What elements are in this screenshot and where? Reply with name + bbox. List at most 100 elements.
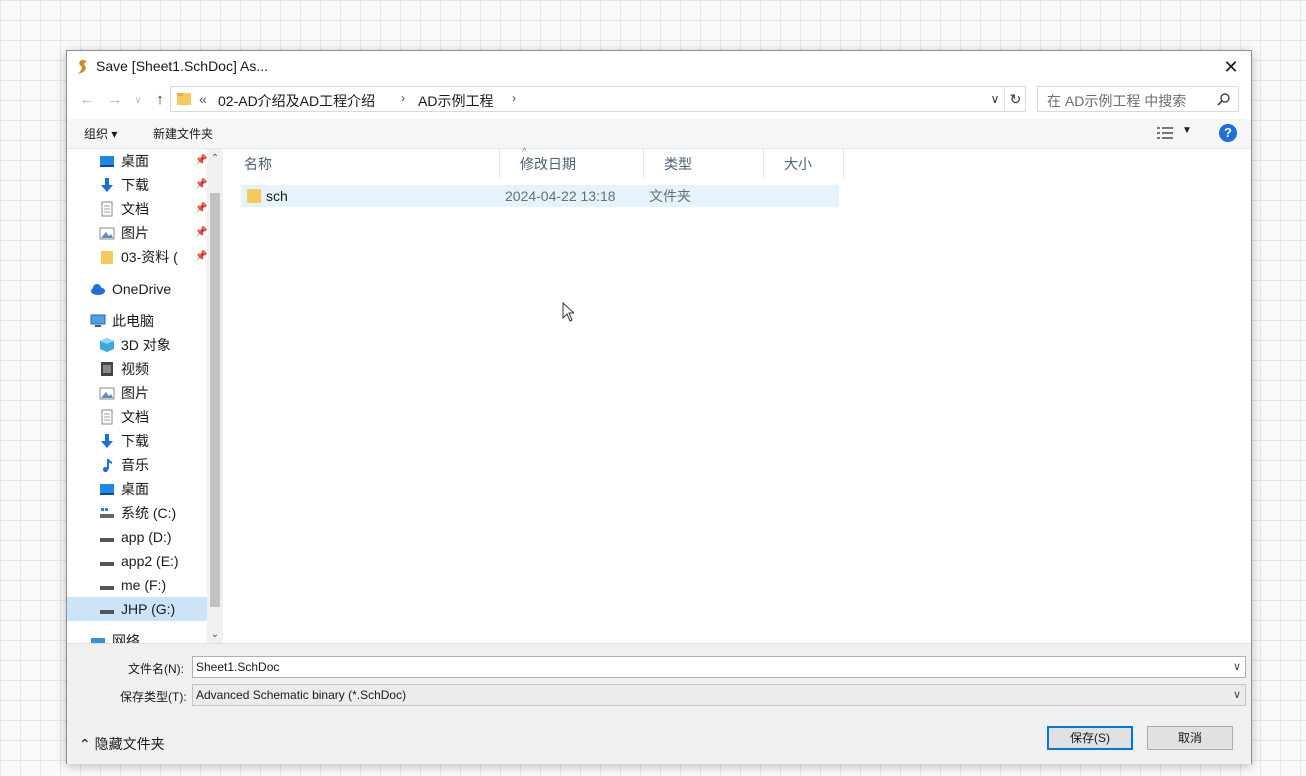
pin-icon: 📌 [195, 155, 208, 166]
video-icon [101, 362, 113, 376]
pin-icon: 📌 [195, 203, 208, 214]
back-button[interactable]: ← [76, 89, 98, 111]
cloud-icon [91, 284, 105, 295]
nav-scrollbar[interactable]: ⌃ ⌄ [207, 149, 223, 643]
picture-icon [99, 387, 115, 400]
nav-item-documents[interactable]: 文档 [99, 405, 207, 429]
column-header-size[interactable]: 大小 [764, 149, 844, 179]
download-icon [101, 178, 113, 192]
refresh-button[interactable]: ↻ [1004, 86, 1026, 112]
chevron-right-icon[interactable]: › [401, 91, 405, 105]
file-modified: 2024-04-22 13:18 [505, 188, 616, 204]
scroll-down-icon[interactable]: ⌄ [207, 627, 223, 643]
column-header-name[interactable]: 名称 [224, 149, 500, 179]
filename-value: Sheet1.SchDoc [196, 660, 280, 674]
address-segment-current[interactable]: AD示例工程 [418, 91, 493, 111]
pin-icon: 📌 [195, 227, 208, 238]
title-bar: Save [Sheet1.SchDoc] As... ✕ [67, 51, 1251, 83]
organize-button[interactable]: 组织 ▾ [84, 125, 117, 142]
new-folder-button[interactable]: 新建文件夹 [153, 125, 213, 142]
search-input[interactable]: 在 AD示例工程 中搜索 [1037, 86, 1239, 112]
folder-icon [176, 91, 192, 107]
nav-item-onedrive[interactable]: OneDrive [90, 277, 207, 301]
command-bar: 组织 ▾ 新建文件夹 ▼ ? [67, 119, 1251, 149]
nav-item-downloads[interactable]: 下载 [99, 429, 207, 453]
system-drive-icon [100, 508, 114, 518]
nav-item-desktop-quick[interactable]: 桌面 📌 [99, 149, 207, 173]
help-icon[interactable]: ? [1219, 124, 1237, 142]
nav-item-documents-quick[interactable]: 文档 📌 [99, 197, 207, 221]
nav-item-drive-e[interactable]: app2 (E:) [99, 549, 207, 573]
hide-folders-label: 隐藏文件夹 [94, 736, 165, 752]
nav-item-music[interactable]: 音乐 [99, 453, 207, 477]
view-dropdown-icon[interactable]: ▼ [1182, 125, 1192, 136]
pin-icon: 📌 [195, 179, 208, 190]
computer-icon [90, 314, 106, 327]
nav-item-this-pc[interactable]: 此电脑 [90, 309, 207, 333]
filetype-select[interactable]: Advanced Schematic binary (*.SchDoc) ∨ [192, 684, 1246, 706]
column-header-modified[interactable]: 修改日期 [500, 149, 644, 179]
nav-item-pictures[interactable]: 图片 [99, 381, 207, 405]
drive-icon [100, 610, 114, 614]
drive-icon [100, 586, 114, 590]
address-overflow[interactable]: « [199, 91, 207, 107]
folder-icon [101, 251, 113, 264]
chevron-up-icon: ⌃ [79, 736, 95, 752]
nav-item-desktop[interactable]: 桌面 [99, 477, 207, 501]
chevron-down-icon[interactable]: ∨ [1233, 657, 1241, 677]
drive-icon [100, 538, 114, 542]
address-segment-parent[interactable]: 02-AD介绍及AD工程介绍 [218, 91, 375, 111]
nav-item-drive-d[interactable]: app (D:) [99, 525, 207, 549]
forward-button[interactable]: → [104, 89, 126, 111]
altium-app-icon [76, 59, 90, 75]
cancel-button[interactable]: 取消 [1147, 726, 1233, 750]
nav-item-03-materials[interactable]: 03-资料 ( 📌 [99, 245, 207, 269]
filetype-label: 保存类型(T): [120, 690, 187, 704]
nav-item-3d-objects[interactable]: 3D 对象 [99, 333, 207, 357]
pin-icon: 📌 [195, 251, 208, 262]
nav-item-pictures-quick[interactable]: 图片 📌 [99, 221, 207, 245]
recent-locations-dropdown[interactable]: ∨ [127, 89, 149, 111]
3d-objects-icon [100, 338, 114, 352]
nav-item-videos[interactable]: 视频 [99, 357, 207, 381]
drive-icon [100, 562, 114, 566]
desktop-icon [100, 156, 114, 167]
nav-item-drive-f[interactable]: me (F:) [99, 573, 207, 597]
nav-item-network[interactable]: 网络 [90, 629, 207, 643]
chevron-down-icon[interactable]: ∨ [1233, 685, 1241, 705]
address-history-dropdown[interactable]: ∨ [985, 86, 1005, 112]
picture-icon [99, 227, 115, 240]
folder-icon [247, 189, 261, 203]
download-icon [101, 434, 113, 448]
filename-input[interactable]: Sheet1.SchDoc ∨ [192, 656, 1246, 678]
file-list: ^ 名称 修改日期 类型 大小 sch 2024-04-22 13:18 文件夹 [224, 147, 1252, 643]
save-as-dialog: Save [Sheet1.SchDoc] As... ✕ ← → ∨ ↑ « 0… [66, 50, 1252, 764]
nav-item-drive-c[interactable]: 系统 (C:) [99, 501, 207, 525]
nav-item-downloads-quick[interactable]: 下载 📌 [99, 173, 207, 197]
filetype-value: Advanced Schematic binary (*.SchDoc) [196, 688, 407, 702]
address-bar[interactable]: « 02-AD介绍及AD工程介绍 › AD示例工程 › [170, 86, 1026, 112]
desktop-icon [100, 484, 114, 495]
mouse-cursor-icon [562, 302, 574, 322]
view-options-icon[interactable] [1157, 126, 1173, 140]
column-header-type[interactable]: 类型 [644, 149, 764, 179]
nav-item-drive-g[interactable]: JHP (G:) [99, 597, 207, 621]
navigation-pane: 桌面 📌 下载 📌 文档 📌 图片 📌 03-资料 ( 📌 OneDrive 此… [67, 149, 223, 643]
network-icon [91, 638, 105, 643]
up-button[interactable]: ↑ [149, 89, 171, 111]
file-row[interactable]: sch 2024-04-22 13:18 文件夹 [241, 185, 839, 207]
scroll-thumb[interactable] [210, 193, 220, 607]
document-icon [101, 409, 113, 425]
dialog-title: Save [Sheet1.SchDoc] As... [96, 58, 268, 74]
search-icon[interactable] [1217, 92, 1231, 106]
document-icon [101, 201, 113, 217]
music-icon [102, 459, 112, 473]
hide-folders-toggle[interactable]: ⌃ 隐藏文件夹 [79, 734, 165, 754]
scroll-up-icon[interactable]: ⌃ [207, 151, 223, 167]
save-button[interactable]: 保存(S) [1047, 726, 1133, 750]
filename-label: 文件名(N): [128, 662, 184, 676]
close-button[interactable]: ✕ [1217, 53, 1245, 81]
file-type: 文件夹 [649, 188, 691, 204]
chevron-right-icon[interactable]: › [512, 91, 516, 105]
save-options-panel: 文件名(N): Sheet1.SchDoc ∨ 保存类型(T): Advance… [67, 643, 1251, 764]
